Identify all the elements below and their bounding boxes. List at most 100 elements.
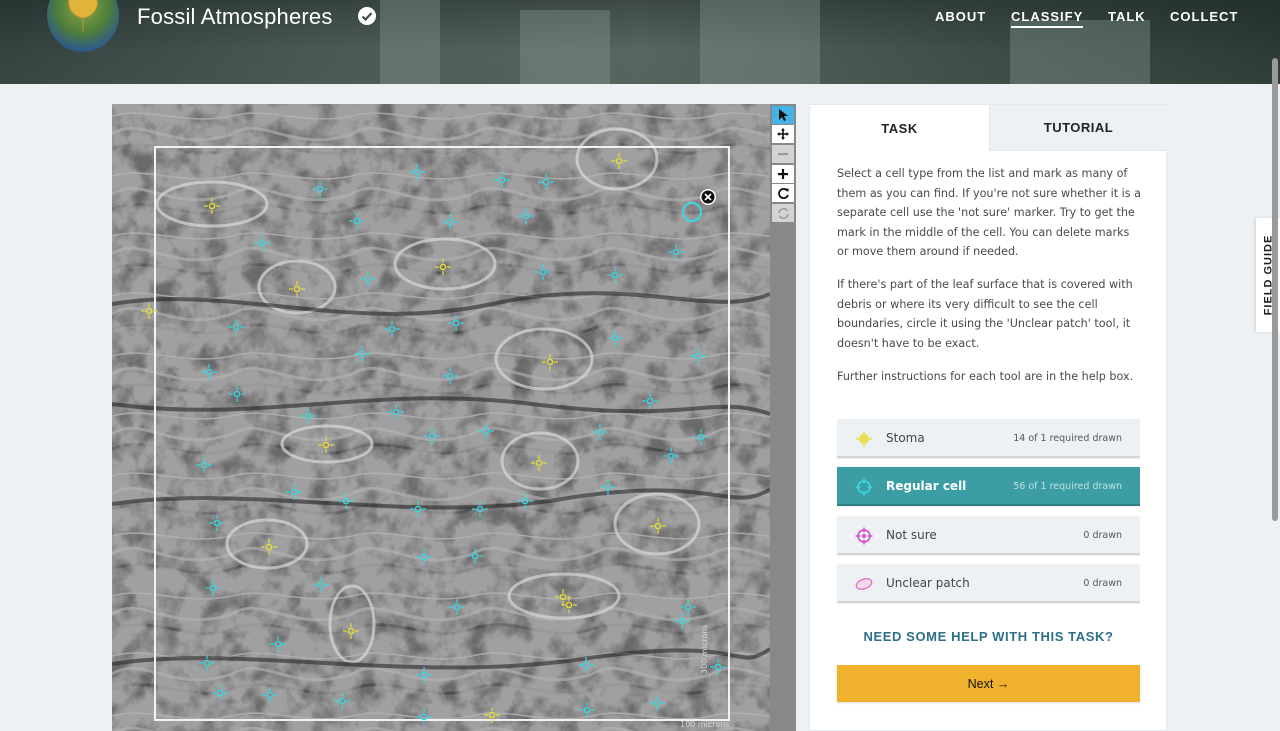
page-scrollbar[interactable] <box>1272 58 1278 521</box>
nav-talk[interactable]: TALK <box>1108 9 1146 24</box>
cell-mark[interactable] <box>667 243 685 261</box>
cell-mark[interactable] <box>516 492 534 510</box>
cell-mark[interactable] <box>299 407 317 425</box>
cell-mark[interactable] <box>447 314 465 332</box>
stoma-mark[interactable] <box>203 197 221 215</box>
stoma-mark[interactable] <box>610 152 628 170</box>
cell-mark[interactable] <box>311 180 329 198</box>
cell-mark[interactable] <box>577 656 595 674</box>
stoma-marker-icon <box>856 431 872 447</box>
stoma-mark[interactable] <box>140 302 158 320</box>
tool-count: 0 drawn <box>1083 530 1122 541</box>
zoom-out-icon[interactable] <box>772 145 794 163</box>
cell-mark[interactable] <box>578 701 596 719</box>
tab-task[interactable]: TASK <box>810 105 989 151</box>
tool-label: Unclear patch <box>886 576 970 590</box>
move-icon[interactable] <box>772 125 794 143</box>
cell-mark[interactable] <box>673 612 691 630</box>
cell-mark[interactable] <box>359 270 377 288</box>
selected-cell-mark[interactable] <box>682 202 702 222</box>
tool-regular-cell-button[interactable]: Regular cell 56 of 1 required drawn <box>837 467 1140 506</box>
stoma-mark[interactable] <box>260 538 278 556</box>
cell-mark[interactable] <box>312 576 330 594</box>
cell-mark[interactable] <box>211 684 229 702</box>
cell-mark[interactable] <box>599 478 617 496</box>
stoma-mark[interactable] <box>649 517 667 535</box>
header-background-shape <box>520 10 610 84</box>
stoma-mark[interactable] <box>530 454 548 472</box>
cell-mark[interactable] <box>415 708 433 726</box>
cell-mark[interactable] <box>606 329 624 347</box>
cell-mark[interactable] <box>333 692 351 710</box>
cell-mark[interactable] <box>423 427 441 445</box>
cell-mark[interactable] <box>534 263 552 281</box>
cell-mark[interactable] <box>471 500 489 518</box>
cell-mark[interactable] <box>227 318 245 336</box>
tool-not-sure-button[interactable]: Not sure 0 drawn <box>837 516 1140 555</box>
cell-mark[interactable] <box>228 385 246 403</box>
cell-mark[interactable] <box>348 212 366 230</box>
annotation-marks-layer[interactable] <box>112 104 770 731</box>
cell-mark[interactable] <box>198 654 216 672</box>
cell-mark[interactable] <box>204 579 222 597</box>
cell-mark[interactable] <box>337 492 355 510</box>
stoma-mark[interactable] <box>483 706 501 724</box>
site-header: Fossil Atmospheres ABOUT CLASSIFY TALK C… <box>0 0 1280 84</box>
project-logo[interactable] <box>47 0 119 52</box>
cell-mark[interactable] <box>606 266 624 284</box>
cell-mark[interactable] <box>353 345 371 363</box>
nav-about[interactable]: ABOUT <box>935 9 986 24</box>
subject-viewer[interactable]: 100 microns 300 microns <box>112 104 770 731</box>
cell-mark[interactable] <box>441 367 459 385</box>
cell-mark[interactable] <box>387 403 405 421</box>
cell-mark[interactable] <box>477 422 495 440</box>
stoma-mark[interactable] <box>288 280 306 298</box>
cell-mark[interactable] <box>409 500 427 518</box>
stoma-mark[interactable] <box>317 436 335 454</box>
cell-mark[interactable] <box>285 483 303 501</box>
rotate-icon[interactable] <box>772 184 794 202</box>
cell-mark[interactable] <box>415 548 433 566</box>
cell-mark[interactable] <box>195 456 213 474</box>
task-help-link[interactable]: NEED SOME HELP WITH THIS TASK? <box>837 629 1140 644</box>
cell-mark[interactable] <box>253 234 271 252</box>
cell-mark[interactable] <box>537 173 555 191</box>
tool-unclear-patch-button[interactable]: Unclear patch 0 drawn <box>837 564 1140 603</box>
stoma-mark[interactable] <box>541 353 559 371</box>
cell-mark[interactable] <box>648 694 666 712</box>
cell-mark[interactable] <box>448 598 466 616</box>
tool-count: 0 drawn <box>1083 578 1122 589</box>
reset-icon[interactable] <box>772 204 794 222</box>
tool-stoma-button[interactable]: Stoma 14 of 1 required drawn <box>837 419 1140 458</box>
cell-mark[interactable] <box>415 666 433 684</box>
nav-collect[interactable]: COLLECT <box>1170 9 1238 24</box>
cell-mark[interactable] <box>208 514 226 532</box>
cell-mark[interactable] <box>466 547 484 565</box>
delete-mark-icon[interactable] <box>700 189 716 205</box>
cell-mark[interactable] <box>662 447 680 465</box>
select-pointer-icon[interactable] <box>772 106 794 124</box>
cell-mark[interactable] <box>517 207 535 225</box>
cell-mark[interactable] <box>709 658 727 676</box>
cell-mark[interactable] <box>679 598 697 616</box>
cell-mark[interactable] <box>591 423 609 441</box>
tab-tutorial[interactable]: TUTORIAL <box>989 105 1167 151</box>
cell-mark[interactable] <box>261 686 279 704</box>
cell-mark[interactable] <box>493 171 511 189</box>
cell-mark[interactable] <box>441 213 459 231</box>
cell-mark[interactable] <box>200 363 218 381</box>
cell-mark[interactable] <box>692 428 710 446</box>
header-background-shape <box>1010 20 1150 84</box>
cell-mark[interactable] <box>689 347 707 365</box>
cell-mark[interactable] <box>269 635 287 653</box>
next-button[interactable]: Next → <box>837 665 1140 702</box>
stoma-mark[interactable] <box>342 622 360 640</box>
zoom-in-icon[interactable] <box>772 165 794 183</box>
cell-mark[interactable] <box>641 392 659 410</box>
stoma-mark[interactable] <box>434 258 452 276</box>
header-background-shape <box>700 0 820 84</box>
nav-classify[interactable]: CLASSIFY <box>1011 9 1084 28</box>
cell-mark[interactable] <box>408 163 426 181</box>
cell-mark[interactable] <box>383 320 401 338</box>
site-title[interactable]: Fossil Atmospheres <box>137 4 333 30</box>
